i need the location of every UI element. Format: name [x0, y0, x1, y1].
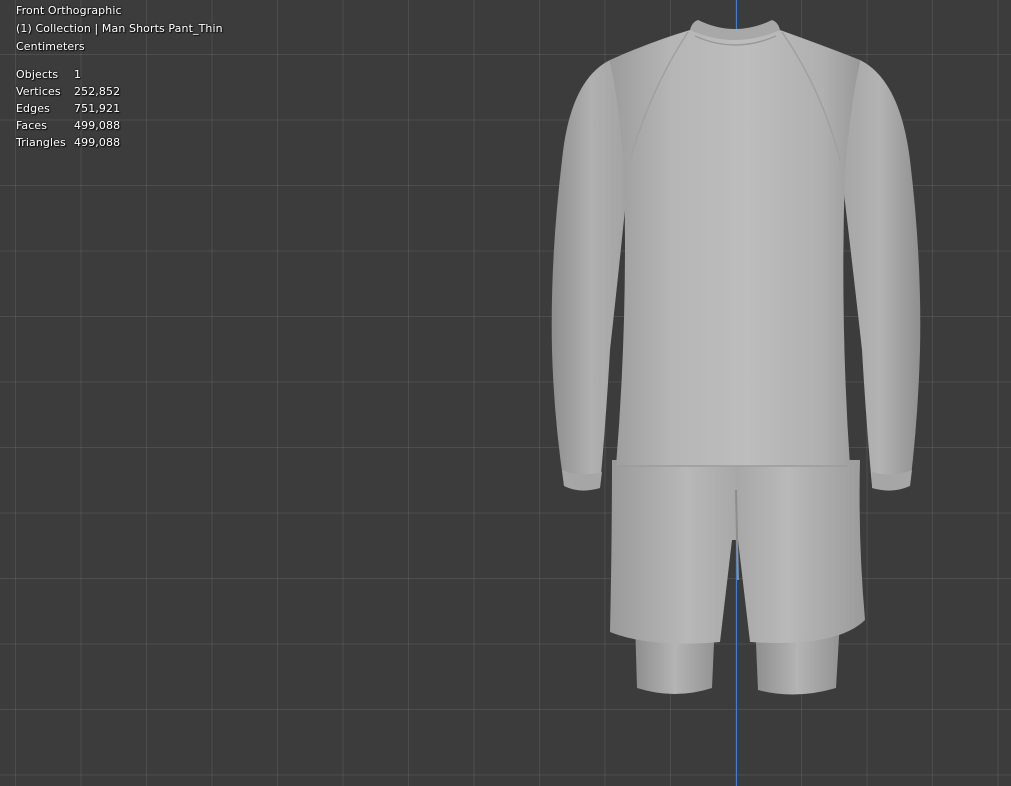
garment-model[interactable] [540, 20, 940, 710]
stat-value: 499,088 [74, 119, 121, 132]
stat-label: Faces [16, 119, 48, 132]
stat-row-triangles: Triangles 499,088 [16, 134, 223, 151]
garment-mesh-icon [551, 20, 921, 695]
scene-statistics: Objects 1 Vertices 252,852 Edges 751,921… [16, 66, 223, 151]
stat-row-faces: Faces 499,088 [16, 117, 223, 134]
stat-row-edges: Edges 751,921 [16, 100, 223, 117]
units-label: Centimeters [16, 40, 85, 53]
stat-label: Vertices [16, 85, 61, 98]
stat-value: 1 [74, 68, 82, 81]
stat-label: Edges [16, 102, 50, 115]
viewport-text-overlay: Front Orthographic (1) Collection | Man … [16, 2, 223, 151]
stat-value: 751,921 [74, 102, 121, 115]
stat-row-objects: Objects 1 [16, 66, 223, 83]
3d-viewport[interactable]: Front Orthographic (1) Collection | Man … [0, 0, 1011, 786]
stat-label: Objects [16, 68, 59, 81]
stat-value: 499,088 [74, 136, 121, 149]
stat-value: 252,852 [74, 85, 121, 98]
view-name: Front Orthographic [16, 4, 122, 17]
stat-row-vertices: Vertices 252,852 [16, 83, 223, 100]
stat-label: Triangles [16, 136, 66, 149]
collection-info: (1) Collection | Man Shorts Pant_Thin [16, 22, 223, 35]
